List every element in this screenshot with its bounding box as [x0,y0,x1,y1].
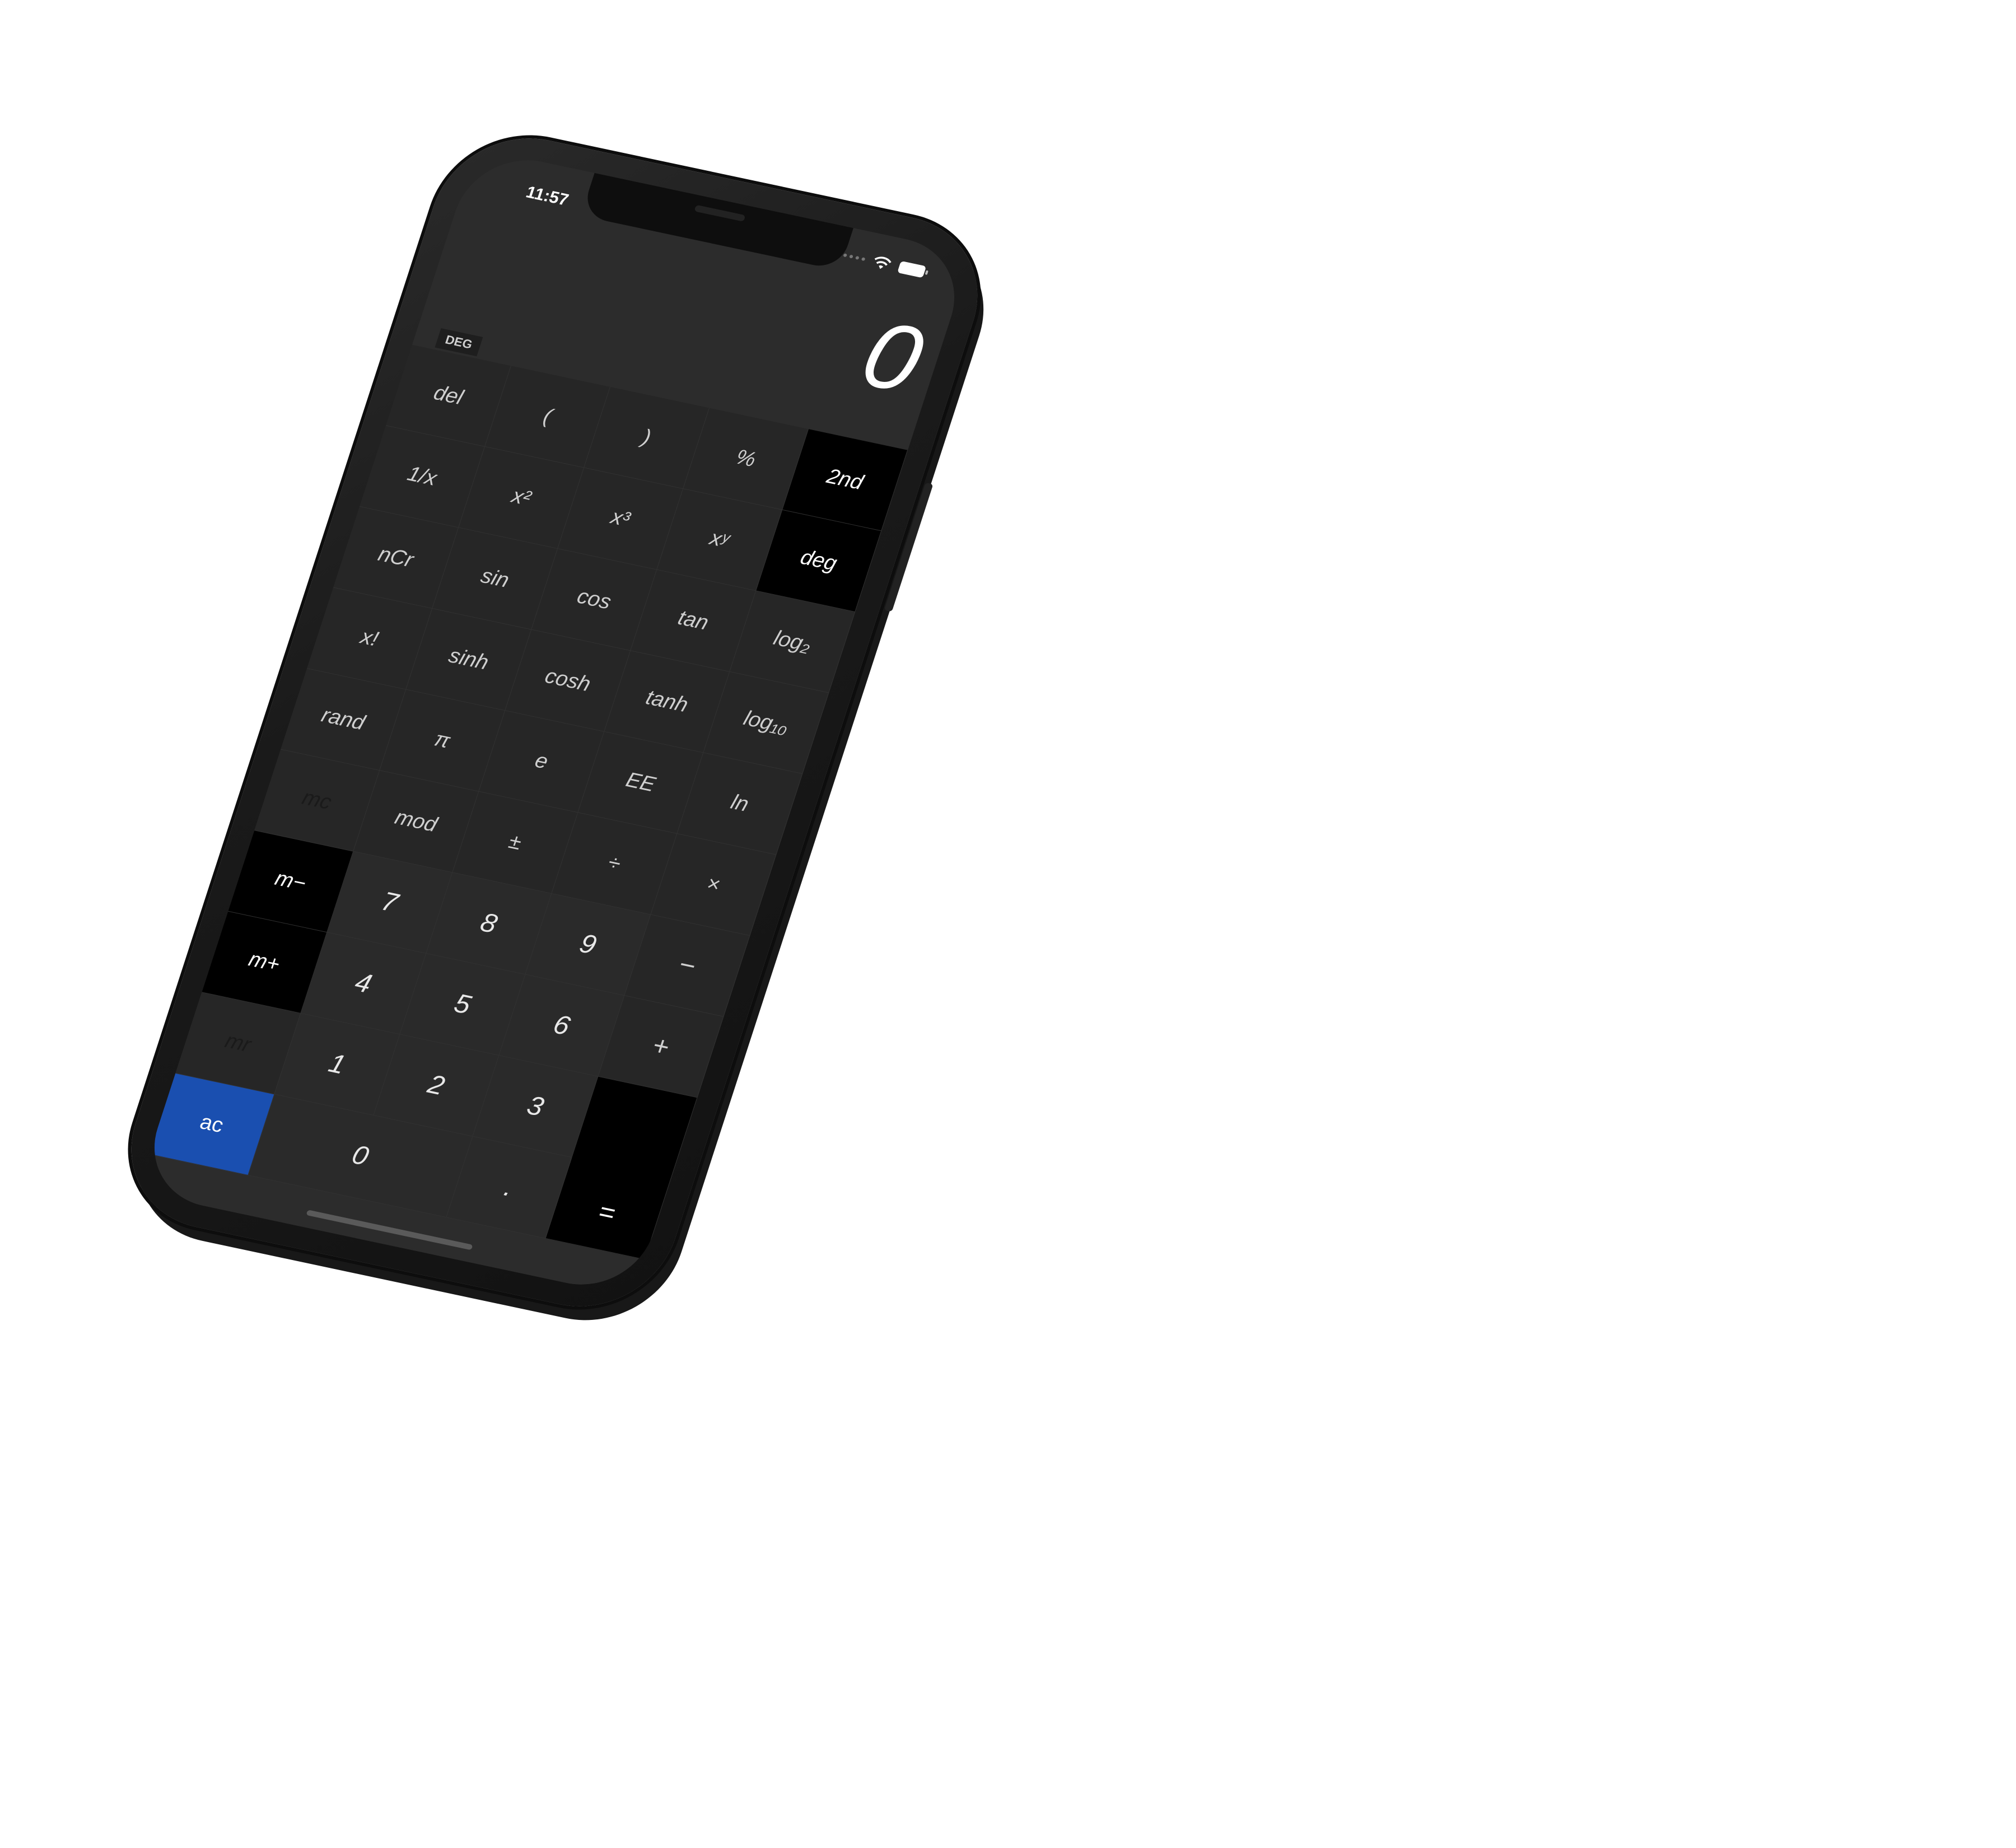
battery-icon [897,260,927,278]
status-time: 11:57 [524,183,571,209]
stage: 11:57 0 DEG del ( ) % 2nd 1/x x² x³ xʸ d… [0,0,2016,1848]
signal-icon [843,253,866,262]
wifi-icon [874,256,892,269]
speaker [694,204,746,222]
screen: 11:57 0 DEG del ( ) % 2nd 1/x x² x³ xʸ d… [137,147,972,1298]
status-icons [841,248,927,279]
display-value: 0 [850,301,935,413]
phone: 11:57 0 DEG del ( ) % 2nd 1/x x² x³ xʸ d… [108,122,1001,1323]
